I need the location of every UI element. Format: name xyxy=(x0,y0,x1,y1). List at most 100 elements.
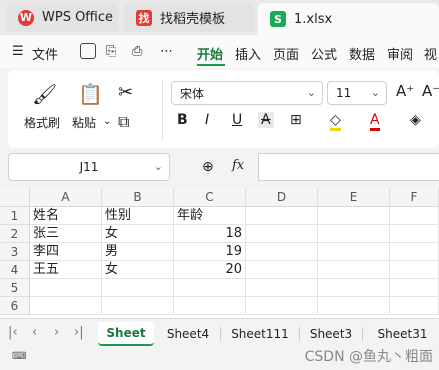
menu-file[interactable]: 文件 xyxy=(32,44,58,63)
menu-formula[interactable]: 公式 xyxy=(311,44,337,63)
row-header-6[interactable]: 6 xyxy=(0,297,30,315)
next-sheet-icon[interactable]: › xyxy=(54,325,59,340)
prev-sheet-icon[interactable]: ‹ xyxy=(32,325,37,340)
formula-input[interactable] xyxy=(258,153,439,181)
sheet-tab-sheet4[interactable]: Sheet4 xyxy=(160,322,216,346)
font-size-select[interactable]: 11 ⌄ xyxy=(327,81,387,105)
strikethrough-icon[interactable]: A xyxy=(258,112,274,128)
cell-c1[interactable]: 年龄 xyxy=(174,207,246,225)
row-header-1[interactable]: 1 xyxy=(0,207,30,225)
cell-c6[interactable] xyxy=(174,297,246,315)
cell-b1[interactable]: 性别 xyxy=(102,207,174,225)
cell-d2[interactable] xyxy=(246,225,318,243)
menu-review[interactable]: 审阅 xyxy=(387,44,413,63)
cell-a5[interactable] xyxy=(30,279,102,297)
column-header-d[interactable]: D xyxy=(246,188,318,207)
fill-color-icon[interactable]: ◇ xyxy=(330,112,341,131)
cell-d3[interactable] xyxy=(246,243,318,261)
bold-icon[interactable]: B xyxy=(177,112,188,128)
cell-e2[interactable] xyxy=(318,225,390,243)
fx-icon[interactable]: fx xyxy=(232,158,244,173)
cell-c5[interactable] xyxy=(174,279,246,297)
cell-d1[interactable] xyxy=(246,207,318,225)
paste-dropdown-icon[interactable]: ⌄ xyxy=(103,116,111,127)
cell-b3[interactable]: 男 xyxy=(102,243,174,261)
cell-d5[interactable] xyxy=(246,279,318,297)
font-family-select[interactable]: 宋体 ⌄ xyxy=(171,81,323,105)
column-header-c[interactable]: C xyxy=(174,188,246,207)
cell-a1[interactable]: 姓名 xyxy=(30,207,102,225)
cell-b2[interactable]: 女 xyxy=(102,225,174,243)
tab-label: WPS Office xyxy=(42,10,114,25)
cell-f6[interactable] xyxy=(390,297,439,315)
export-icon[interactable]: ⎘ xyxy=(106,44,116,59)
menu-insert[interactable]: 插入 xyxy=(235,44,261,63)
input-mode-icon[interactable]: ⌨ xyxy=(12,351,26,362)
cell-a2[interactable]: 张三 xyxy=(30,225,102,243)
format-painter-icon[interactable]: 🖌 xyxy=(32,82,57,106)
zoom-icon[interactable]: ⊕ xyxy=(202,159,214,175)
cell-b5[interactable] xyxy=(102,279,174,297)
eraser-icon[interactable]: ◈ xyxy=(410,112,421,128)
tab-template[interactable]: 找 找稻壳模板 xyxy=(124,3,254,32)
cell-d6[interactable] xyxy=(246,297,318,315)
menu-home[interactable]: 开始 xyxy=(197,44,223,63)
paste-label[interactable]: 粘贴 xyxy=(72,114,96,131)
cell-f2[interactable] xyxy=(390,225,439,243)
last-sheet-icon[interactable]: ›| xyxy=(74,325,84,340)
format-painter-label[interactable]: 格式刷 xyxy=(24,114,60,131)
column-header-a[interactable]: A xyxy=(30,188,102,207)
increase-font-icon[interactable]: A⁺ xyxy=(396,82,414,100)
row-header-5[interactable]: 5 xyxy=(0,279,30,297)
cell-b4[interactable]: 女 xyxy=(102,261,174,279)
italic-icon[interactable]: I xyxy=(205,112,209,128)
row-header-2[interactable]: 2 xyxy=(0,225,30,243)
first-sheet-icon[interactable]: |‹ xyxy=(8,325,18,340)
row-header-3[interactable]: 3 xyxy=(0,243,30,261)
cell-e4[interactable] xyxy=(318,261,390,279)
menu-view[interactable]: 视 xyxy=(424,44,437,63)
sheet-tab-sheet31[interactable]: Sheet31 xyxy=(366,322,439,346)
cell-f4[interactable] xyxy=(390,261,439,279)
cell-c3[interactable]: 19 xyxy=(174,243,246,261)
column-header-f[interactable]: F xyxy=(390,188,439,207)
cell-f5[interactable] xyxy=(390,279,439,297)
cell-e5[interactable] xyxy=(318,279,390,297)
spreadsheet-icon: S xyxy=(270,11,286,27)
hamburger-icon[interactable]: ☰ xyxy=(12,44,24,59)
cut-icon[interactable]: ✂ xyxy=(118,82,133,103)
print-icon[interactable]: ⎙ xyxy=(132,44,142,59)
cell-d4[interactable] xyxy=(246,261,318,279)
column-header-b[interactable]: B xyxy=(102,188,174,207)
cell-a4[interactable]: 王五 xyxy=(30,261,102,279)
cell-e3[interactable] xyxy=(318,243,390,261)
cell-a6[interactable] xyxy=(30,297,102,315)
border-icon[interactable]: ⊞ xyxy=(290,112,302,128)
column-header-e[interactable]: E xyxy=(318,188,390,207)
cell-c4[interactable]: 20 xyxy=(174,261,246,279)
cell-a3[interactable]: 李四 xyxy=(30,243,102,261)
select-all-corner[interactable] xyxy=(0,188,30,207)
cell-e6[interactable] xyxy=(318,297,390,315)
sheet-tab-sheet[interactable]: Sheet xyxy=(98,322,154,346)
tab-wps-office[interactable]: W WPS Office xyxy=(6,3,118,32)
cell-f1[interactable] xyxy=(390,207,439,225)
tab-file[interactable]: S 1.xlsx xyxy=(258,3,439,35)
menu-data[interactable]: 数据 xyxy=(349,44,375,63)
sheet-tab-sheet111[interactable]: Sheet111 xyxy=(224,322,296,346)
cell-e1[interactable] xyxy=(318,207,390,225)
copy-icon[interactable]: ⧉ xyxy=(118,112,129,132)
underline-icon[interactable]: U xyxy=(232,112,242,128)
save-icon[interactable] xyxy=(80,43,96,59)
menu-page[interactable]: 页面 xyxy=(273,44,299,63)
cell-c2[interactable]: 18 xyxy=(174,225,246,243)
cell-b6[interactable] xyxy=(102,297,174,315)
name-box[interactable]: J11 ⌄ xyxy=(8,153,170,181)
cell-f3[interactable] xyxy=(390,243,439,261)
font-color-icon[interactable]: A xyxy=(370,112,380,131)
sheet-tab-sheet3[interactable]: Sheet3 xyxy=(303,322,359,346)
row-header-4[interactable]: 4 xyxy=(0,261,30,279)
decrease-font-icon[interactable]: A⁻ xyxy=(422,82,439,100)
more-icon[interactable]: ⋯ xyxy=(160,44,173,59)
paste-icon[interactable]: 📋 xyxy=(78,82,103,106)
